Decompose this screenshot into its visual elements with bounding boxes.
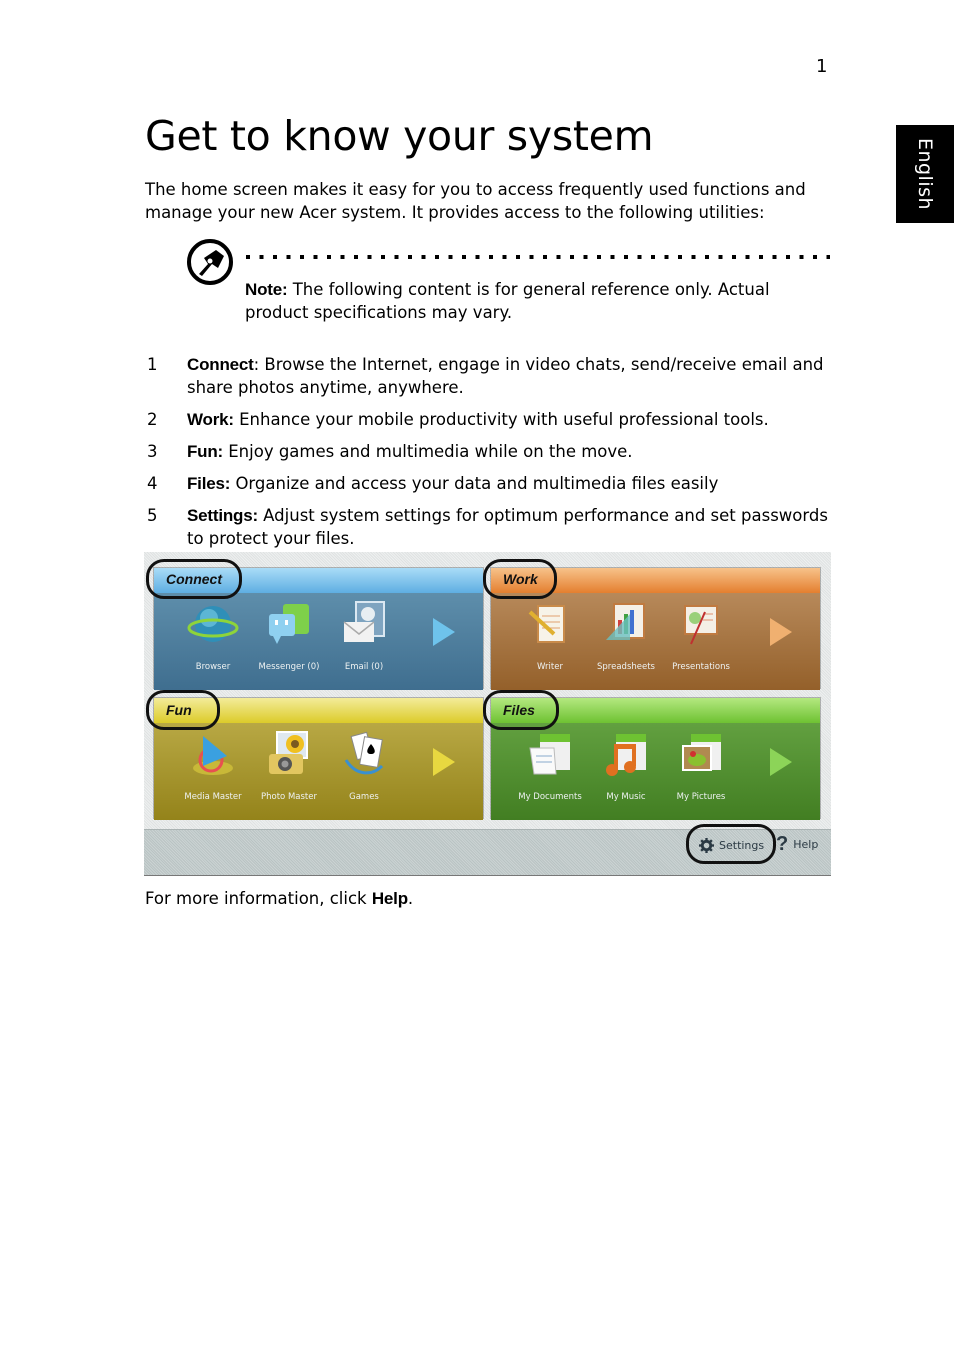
help-button[interactable]: ? Help	[776, 833, 818, 856]
dotted-divider	[246, 255, 830, 259]
chat-bubbles-icon	[269, 604, 309, 644]
fun-next-arrow[interactable]	[433, 748, 455, 776]
home-screen-screenshot: Browser Messenger (0) Email (0) Connect …	[144, 552, 831, 876]
settings-label: Settings	[719, 839, 765, 852]
chart-ruler-icon	[606, 603, 645, 640]
note-label: Note:	[245, 280, 288, 299]
envelope-owl-icon	[343, 601, 385, 642]
app-presentations[interactable]: Presentations	[662, 600, 740, 672]
pictures-folder-icon	[682, 734, 721, 771]
help-label: Help	[793, 838, 819, 851]
app-my-documents[interactable]: My Documents	[511, 730, 589, 802]
utilities-list: 1 Connect: Browse the Internet, engage in…	[145, 353, 835, 559]
app-messenger[interactable]: Messenger (0)	[250, 600, 328, 672]
app-writer[interactable]: Writer	[511, 600, 589, 672]
list-item: 5 Settings: Adjust system settings for op…	[147, 506, 828, 548]
language-tab: English	[896, 125, 954, 223]
work-next-arrow[interactable]	[770, 618, 792, 646]
list-item: 4 Files: Organize and access your data an…	[147, 474, 719, 493]
connect-next-arrow[interactable]	[433, 618, 455, 646]
note-text: Note: The following content is for gener…	[245, 280, 770, 322]
app-browser[interactable]: Browser	[174, 600, 252, 672]
list-item: 2 Work: Enhance your mobile productivity …	[147, 410, 769, 429]
page-title: Get to know your system	[145, 112, 654, 160]
app-games[interactable]: Games	[325, 730, 403, 802]
fun-label: Fun	[166, 702, 192, 718]
list-item: 3 Fun: Enjoy games and multimedia while o…	[147, 442, 633, 461]
intro-paragraph: The home screen makes it easy for you to…	[145, 180, 806, 222]
globe-icon	[187, 606, 239, 642]
question-mark-icon: ?	[776, 833, 789, 855]
list-item: 1 Connect: Browse the Internet, engage in…	[147, 355, 824, 397]
app-my-pictures[interactable]: My Pictures	[662, 730, 740, 802]
app-email[interactable]: Email (0)	[325, 600, 403, 672]
outro-paragraph: For more information, click Help.	[145, 889, 414, 908]
note-box: Note: The following content is for gener…	[186, 236, 834, 336]
easel-icon	[684, 605, 718, 645]
camera-sunflower-icon	[269, 731, 308, 774]
app-photo-master[interactable]: Photo Master	[250, 730, 328, 802]
language-tab-label: English	[914, 137, 936, 211]
documents-folder-icon	[529, 734, 570, 775]
app-spreadsheets[interactable]: Spreadsheets	[587, 600, 665, 672]
connect-label: Connect	[166, 571, 222, 587]
page-number: 1	[816, 56, 828, 77]
help-reference: Help	[371, 889, 408, 908]
gear-icon	[699, 838, 714, 853]
notepad-pencil-icon	[528, 605, 565, 643]
play-media-icon	[193, 736, 233, 775]
app-media-master[interactable]: Media Master	[174, 730, 252, 802]
music-folder-icon	[606, 734, 646, 776]
work-label: Work	[503, 571, 538, 587]
app-my-music[interactable]: My Music	[587, 730, 665, 802]
pen-nib-icon	[187, 239, 233, 285]
settings-button[interactable]: Settings	[699, 838, 764, 853]
playing-cards-icon	[344, 731, 384, 775]
files-next-arrow[interactable]	[770, 748, 792, 776]
files-label: Files	[503, 702, 535, 718]
